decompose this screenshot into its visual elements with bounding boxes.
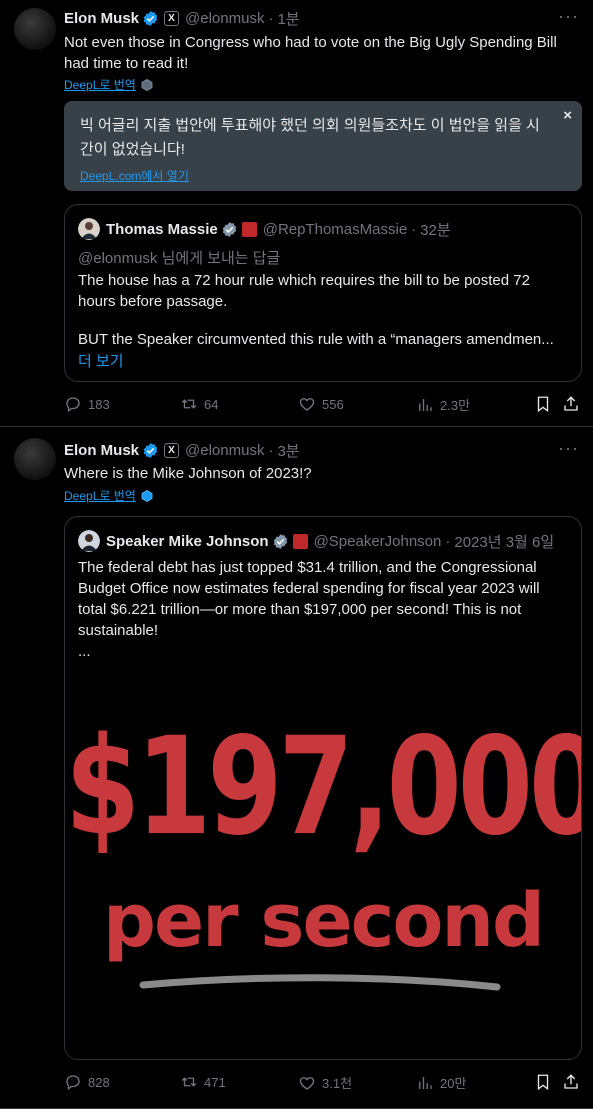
more-options-icon[interactable]: ··· [558, 438, 579, 459]
x-logo-icon: X [164, 11, 180, 26]
share-icon [564, 396, 578, 411]
quote-header: Speaker Mike Johnson @SpeakerJohnson · 2… [78, 530, 554, 552]
views-button[interactable]: 20만 [416, 1073, 466, 1092]
quote-text: BUT the Speaker circumvented this rule w… [78, 331, 554, 348]
like-button[interactable]: 556 [298, 395, 344, 413]
congress-badge-icon [292, 533, 308, 549]
timestamp[interactable]: 1분 [277, 8, 299, 29]
open-in-deepl-link[interactable]: DeepL.com에서 열기 [80, 167, 189, 184]
avatar[interactable] [14, 8, 56, 50]
tweet-header: Elon Musk X @elonmusk · 3분 [64, 440, 300, 461]
verified-gray-icon [273, 533, 287, 549]
reply-to-label: @elonmusk 님에게 보내는 답글 [78, 250, 281, 267]
deepl-icon [141, 489, 153, 502]
quoted-tweet[interactable]: Speaker Mike Johnson @SpeakerJohnson · 2… [64, 516, 582, 1060]
reply-count: 828 [88, 1074, 110, 1090]
quote-image[interactable]: $197,000 per second [65, 673, 581, 1059]
underline-swoosh-icon [139, 974, 501, 991]
more-options-icon[interactable]: ··· [558, 6, 579, 27]
like-count: 3.1천 [322, 1076, 353, 1091]
author-handle[interactable]: @elonmusk [185, 442, 264, 459]
reply-button[interactable]: 183 [64, 395, 110, 413]
avatar [78, 218, 100, 240]
share-button[interactable] [562, 1073, 586, 1091]
quote-header: Thomas Massie @RepThomasMassie · 32분 [78, 218, 451, 240]
translation-text: 빅 어글리 지출 법안에 투표해야 했던 의회 의원들조차도 이 법안을 읽을 … [80, 117, 540, 158]
heart-icon [299, 398, 315, 411]
action-bar: 183 64 556 2.3만 [64, 395, 582, 415]
congress-badge-icon [241, 221, 257, 237]
tweet-header: Elon Musk X @elonmusk · 1분 [64, 8, 300, 29]
author-name[interactable]: Elon Musk [64, 442, 139, 459]
bookmark-button[interactable] [534, 1073, 558, 1091]
views-icon [419, 398, 432, 411]
quote-author-handle: @RepThomasMassie [262, 220, 408, 238]
close-icon[interactable]: × [563, 107, 572, 124]
reply-button[interactable]: 828 [64, 1073, 110, 1091]
quote-timestamp: 2023년 3월 6일 [454, 533, 555, 551]
share-icon [564, 1074, 578, 1089]
translate-link[interactable]: DeepL로 번역 [64, 76, 153, 93]
translate-label[interactable]: DeepL로 번역 [64, 487, 136, 504]
show-more-link[interactable]: 더 보기 [78, 350, 124, 371]
reply-icon [66, 1075, 80, 1091]
bookmark-icon [537, 1074, 549, 1091]
timestamp[interactable]: 3분 [277, 440, 299, 461]
separator-dot: · [268, 442, 274, 459]
reply-icon [66, 397, 80, 413]
separator-dot: · [445, 532, 451, 550]
repost-button[interactable]: 471 [180, 1073, 226, 1091]
verified-icon [143, 11, 158, 26]
translate-link[interactable]: DeepL로 번역 [64, 487, 153, 504]
repost-count: 471 [204, 1074, 226, 1090]
translate-label[interactable]: DeepL로 번역 [64, 76, 136, 93]
heart-icon [299, 1076, 315, 1090]
image-subtitle-text: per second [102, 878, 545, 964]
quote-author-name[interactable]: Speaker Mike Johnson [106, 533, 269, 550]
tweet[interactable]: Elon Musk X @elonmusk · 3분 ··· Where is … [0, 428, 593, 1109]
like-count: 556 [322, 396, 344, 412]
quote-text: The house has a 72 hour rule which requi… [78, 272, 530, 310]
quote-ellipsis: ... [78, 643, 91, 660]
share-button[interactable] [562, 395, 586, 413]
verified-icon [143, 443, 158, 458]
tweet-text: Not even those in Congress who had to vo… [64, 34, 557, 72]
author-handle[interactable]: @elonmusk [185, 10, 264, 27]
view-count: 2.3만 [440, 398, 471, 413]
author-name[interactable]: Elon Musk [64, 10, 139, 27]
reply-count: 183 [88, 396, 110, 412]
like-button[interactable]: 3.1천 [298, 1073, 352, 1092]
quote-timestamp: 32분 [420, 221, 451, 239]
repost-count: 64 [204, 396, 219, 412]
bookmark-icon [537, 396, 549, 413]
quoted-tweet[interactable]: Thomas Massie @RepThomasMassie · 32분 @el… [64, 204, 582, 382]
deepl-icon [141, 78, 153, 91]
quote-author-handle: @SpeakerJohnson [313, 532, 442, 550]
separator-dot: · [268, 10, 274, 27]
separator-dot: · [411, 220, 417, 238]
quote-text: The federal debt has just topped $31.4 t… [78, 559, 540, 639]
repost-button[interactable]: 64 [180, 395, 218, 413]
view-count: 20만 [440, 1076, 467, 1091]
avatar[interactable] [14, 438, 56, 480]
repost-icon [181, 1077, 197, 1087]
quote-author-name[interactable]: Thomas Massie [106, 221, 218, 238]
avatar [78, 530, 100, 552]
verified-gray-icon [222, 221, 236, 237]
views-button[interactable]: 2.3만 [416, 395, 470, 414]
views-icon [419, 1076, 432, 1089]
image-amount-text: $197,000 [65, 709, 582, 866]
translation-panel: 빅 어글리 지출 법안에 투표해야 했던 의회 의원들조차도 이 법안을 읽을 … [64, 101, 582, 191]
action-bar: 828 471 3.1천 20만 [64, 1073, 582, 1093]
repost-icon [181, 399, 197, 409]
tweet[interactable]: Elon Musk X @elonmusk · 1분 ··· Not even … [0, 0, 593, 427]
x-logo-icon: X [164, 443, 180, 458]
bookmark-button[interactable] [534, 395, 558, 413]
tweet-text: Where is the Mike Johnson of 2023!? [64, 465, 312, 482]
